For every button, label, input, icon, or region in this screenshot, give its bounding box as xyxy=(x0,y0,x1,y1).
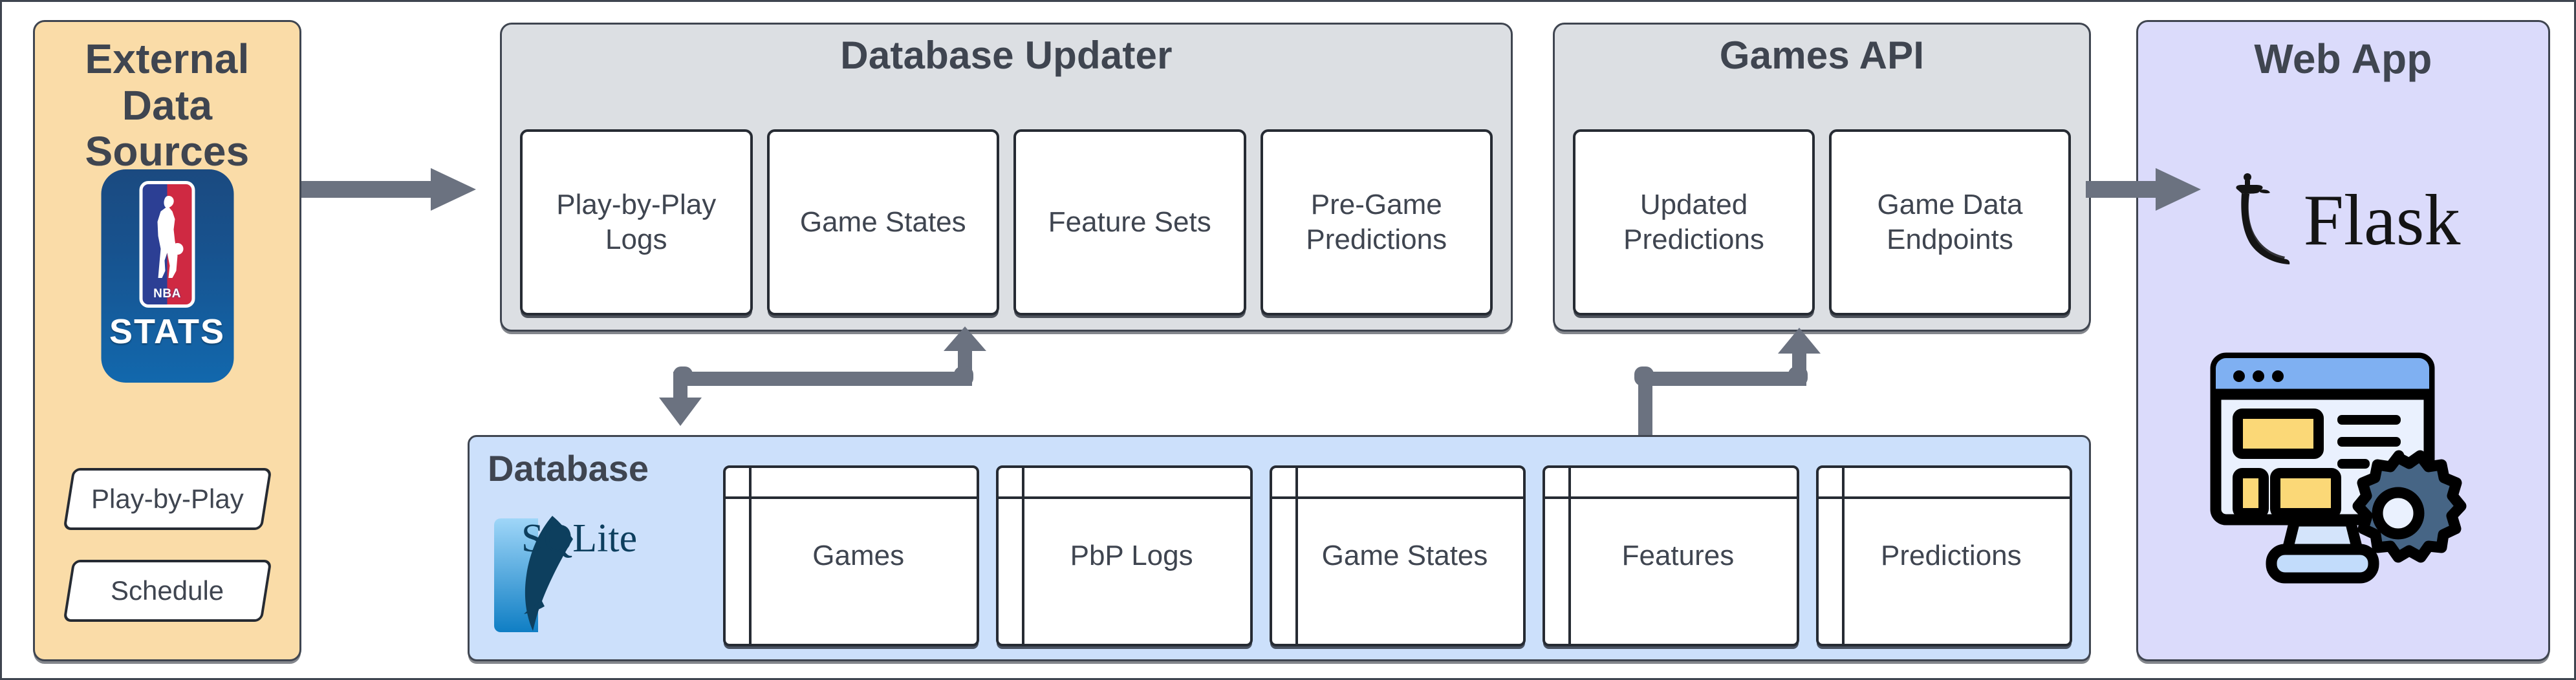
db-table-label: PbP Logs xyxy=(1070,539,1193,571)
updater-box-feature-sets: Feature Sets xyxy=(1013,129,1246,315)
db-table-features: Features xyxy=(1542,465,1799,646)
web-app-title: Web App xyxy=(2254,36,2432,82)
db-table-label: Predictions xyxy=(1880,539,2022,571)
nba-player-silhouette-icon xyxy=(157,196,184,278)
db-table-game-states: Game States xyxy=(1269,465,1526,646)
db-table-label: Games xyxy=(812,539,905,571)
architecture-diagram: External Data Sources NBA STATS Play-by-… xyxy=(0,0,2576,680)
external-data-sources-title: External Data Sources xyxy=(85,36,250,175)
sqlite-wordmark: SQLite xyxy=(521,516,638,560)
external-data-sources-panel: External Data Sources NBA STATS Play-by-… xyxy=(33,20,301,661)
api-box-updated-predictions: Updated Predictions xyxy=(1573,129,1815,315)
connector-external-to-updater xyxy=(301,168,476,211)
nba-stats-logo: NBA STATS xyxy=(101,169,233,383)
nba-mark-text: NBA xyxy=(153,287,181,301)
db-table-label: Features xyxy=(1621,539,1735,571)
games-api-title: Games API xyxy=(1719,34,1925,77)
db-table-games: Games xyxy=(723,465,980,646)
database-title: Database xyxy=(488,448,649,489)
source-tag-schedule: Schedule xyxy=(62,560,272,622)
connector-database-to-gamesapi xyxy=(1634,328,1821,435)
games-api-panel: Games API Updated Predictions Game Data … xyxy=(1553,23,2091,332)
web-app-panel: Web App Flask xyxy=(2136,20,2550,661)
db-table-label: Game States xyxy=(1321,539,1488,571)
api-box-game-data-endpoints: Game Data Endpoints xyxy=(1829,129,2071,315)
flask-logo: Flask xyxy=(2138,172,2548,269)
db-table-predictions: Predictions xyxy=(1815,465,2073,646)
updater-box-play-by-play-logs: Play-by-Play Logs xyxy=(520,129,753,315)
updater-box-pre-game-predictions: Pre-Game Predictions xyxy=(1260,129,1493,315)
updater-box-game-states: Game States xyxy=(766,129,999,315)
connector-updater-database-bidirectional xyxy=(623,325,1024,426)
nba-stats-wordmark: STATS xyxy=(109,312,225,351)
database-updater-box-row: Play-by-Play Logs Game States Feature Se… xyxy=(520,129,1493,315)
nba-shield-icon: NBA xyxy=(139,181,195,308)
source-tag-label: Play-by-Play xyxy=(91,483,244,514)
source-tag-play-by-play: Play-by-Play xyxy=(62,468,272,530)
database-table-row: Games PbP Logs Game States Features Pred… xyxy=(723,465,2073,646)
flask-wordmark: Flask xyxy=(2303,180,2461,260)
database-panel: Database SQLite Games PbP Logs Game Stat… xyxy=(468,435,2091,661)
source-tag-label: Schedule xyxy=(110,575,224,606)
flask-horn-icon xyxy=(2236,173,2289,264)
web-dashboard-gear-icon xyxy=(2210,352,2467,584)
games-api-box-row: Updated Predictions Game Data Endpoints xyxy=(1573,129,2071,315)
db-table-pbp-logs: PbP Logs xyxy=(996,465,1253,646)
database-updater-panel: Database Updater Play-by-Play Logs Game … xyxy=(500,23,1513,332)
database-updater-title: Database Updater xyxy=(840,34,1173,77)
